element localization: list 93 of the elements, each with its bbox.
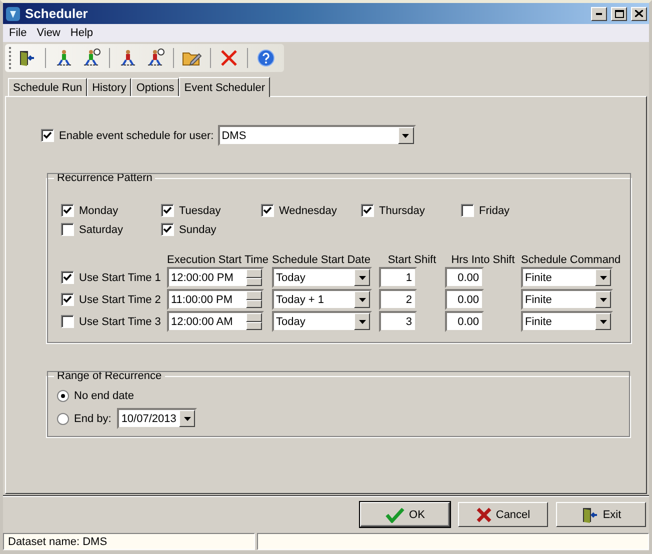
dropdown-button[interactable]: [595, 291, 611, 308]
door-exit-icon: [580, 506, 599, 524]
date-dropdown[interactable]: Today: [272, 267, 372, 288]
command-dropdown[interactable]: Finite: [521, 267, 613, 288]
minimize-icon: [596, 12, 602, 14]
checkbox-label: Wednesday: [279, 204, 337, 216]
exit-button[interactable]: Exit: [556, 502, 646, 527]
spin-buttons[interactable]: [246, 269, 262, 286]
caret-icon: [184, 416, 191, 420]
status-text: Dataset name: DMS: [3, 533, 255, 550]
checkbox-label: Tuesday: [179, 204, 221, 216]
shift-field[interactable]: 2: [379, 289, 417, 310]
checkbox[interactable]: [361, 204, 374, 217]
radio-label: No end date: [74, 390, 134, 402]
caret-icon: [358, 298, 366, 302]
dropdown-button[interactable]: [354, 291, 370, 308]
menu-item[interactable]: Help: [66, 27, 100, 39]
app-icon: [5, 6, 21, 22]
tab[interactable]: History: [87, 78, 132, 96]
caret-icon: [402, 134, 410, 138]
column-header: Schedule Command: [521, 253, 621, 266]
column-header: Hrs Into Shift: [450, 253, 516, 266]
cross-icon: [476, 506, 492, 522]
close-button[interactable]: [631, 6, 647, 20]
help-icon: [257, 49, 275, 67]
dropdown-button[interactable]: [354, 313, 370, 330]
command-dropdown[interactable]: Finite: [521, 289, 613, 310]
door-exit-icon: [18, 49, 36, 67]
checkbox[interactable]: [41, 129, 54, 142]
group-title: Recurrence Pattern: [56, 172, 154, 184]
maximize-icon: [614, 10, 624, 18]
checkbox[interactable]: [261, 204, 274, 217]
radio-button[interactable]: [57, 412, 69, 424]
user-dropdown[interactable]: DMS: [218, 125, 416, 146]
time-field[interactable]: 12:00:00 PM: [167, 267, 264, 288]
column-header: Schedule Start Date: [272, 253, 372, 266]
tab[interactable]: Schedule Run: [8, 78, 88, 96]
menu-item[interactable]: File: [5, 27, 33, 39]
checkbox[interactable]: [61, 271, 74, 284]
maximize-button[interactable]: [611, 6, 627, 20]
command-dropdown[interactable]: Finite: [521, 311, 613, 332]
checkbox-label: Saturday: [79, 224, 124, 236]
date-dropdown[interactable]: 10/07/2013: [117, 408, 198, 429]
caret-icon: [600, 276, 606, 280]
checkbox-label: Use Start Time 2: [79, 294, 161, 306]
date-dropdown[interactable]: Today: [272, 311, 372, 332]
close-icon: [635, 10, 643, 17]
caret-icon: [358, 276, 366, 280]
checkbox[interactable]: [61, 204, 74, 217]
caret-icon: [600, 298, 606, 302]
checkbox-label: Enable event schedule for user:: [59, 130, 214, 142]
checkbox[interactable]: [61, 293, 74, 306]
checkbox[interactable]: [461, 204, 474, 217]
hours-field[interactable]: 0.00: [445, 267, 484, 288]
checkbox-label: Thursday: [379, 204, 425, 216]
dropdown-button[interactable]: [354, 269, 370, 286]
checkbox-label: Use Start Time 1: [79, 272, 161, 284]
column-header: Start Shift: [386, 253, 438, 266]
cancel-button[interactable]: Cancel: [458, 502, 548, 527]
hours-field[interactable]: 0.00: [445, 311, 484, 332]
checkbox[interactable]: [61, 223, 74, 236]
checkmark-icon: [385, 506, 406, 522]
checkbox-label: Monday: [79, 204, 118, 216]
spin-buttons[interactable]: [246, 291, 262, 308]
checkbox[interactable]: [61, 315, 74, 328]
tab[interactable]: Event Scheduler: [179, 77, 270, 97]
delete-icon: [220, 49, 238, 67]
dropdown-button[interactable]: [595, 269, 611, 286]
window-title: Scheduler: [25, 6, 89, 21]
caret-icon: [600, 320, 606, 324]
checkbox-label: Sunday: [179, 224, 216, 236]
shift-field[interactable]: 3: [379, 311, 417, 332]
hours-field[interactable]: 0.00: [445, 289, 484, 310]
spin-buttons[interactable]: [246, 313, 262, 330]
caret-icon: [358, 320, 366, 324]
date-dropdown[interactable]: Today + 1: [272, 289, 372, 310]
dropdown-button[interactable]: [398, 127, 414, 144]
checkbox-label: Use Start Time 3: [79, 316, 161, 328]
checkbox[interactable]: [161, 204, 174, 217]
menu-item[interactable]: View: [32, 27, 66, 39]
time-field[interactable]: 11:00:00 PM: [167, 289, 264, 310]
ok-button[interactable]: OK: [360, 502, 450, 527]
column-header: Execution Start Time: [167, 253, 270, 266]
tab[interactable]: Options: [131, 78, 180, 96]
minimize-button[interactable]: [591, 6, 607, 20]
radio-label: End by:: [74, 412, 112, 424]
dropdown-button[interactable]: [179, 410, 196, 427]
radio-button[interactable]: [57, 390, 69, 402]
shift-field[interactable]: 1: [379, 267, 417, 288]
checkbox-label: Friday: [479, 204, 510, 216]
dropdown-button[interactable]: [595, 313, 611, 330]
checkbox[interactable]: [161, 223, 174, 236]
time-field[interactable]: 12:00:00 AM: [167, 311, 264, 332]
